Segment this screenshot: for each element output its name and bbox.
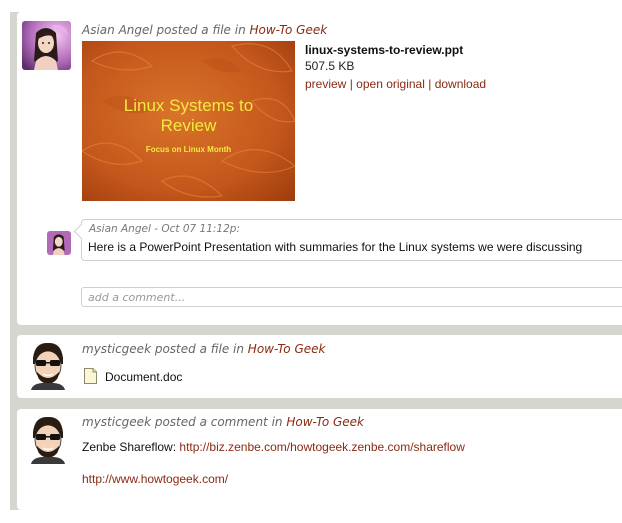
file-preview-thumbnail[interactable]: Linux Systems to Review Focus on Linux M…	[82, 41, 295, 201]
shareflow-link[interactable]: http://biz.zenbe.com/howtogeek.zenbe.com…	[179, 440, 465, 454]
feed-item-file-post: mysticgeek posted a file in How-To Geek …	[17, 335, 622, 398]
file-actions: preview | open original | download	[305, 77, 486, 91]
slide-subtitle: Focus on Linux Month	[145, 145, 232, 154]
comment-body: Zenbe Shareflow: http://biz.zenbe.com/ho…	[82, 440, 465, 454]
author-name[interactable]: mysticgeek	[82, 415, 151, 429]
group-link[interactable]: How-To Geek	[286, 415, 364, 429]
group-link[interactable]: How-To Geek	[250, 23, 328, 37]
post-meta: mysticgeek posted a comment in How-To Ge…	[82, 415, 364, 429]
add-comment-input[interactable]: add a comment...	[81, 287, 622, 307]
preview-link[interactable]: preview	[305, 77, 346, 91]
comment-avatar-asian-angel[interactable]	[47, 231, 71, 255]
post-meta: Asian Angel posted a file in How-To Geek	[82, 23, 327, 37]
download-link[interactable]: download	[435, 77, 486, 91]
separator: |	[428, 77, 432, 91]
avatar-asian-angel[interactable]	[22, 21, 71, 70]
comment-bubble: Asian Angel - Oct 07 11:12p: Here is a P…	[81, 219, 622, 261]
post-action: posted a comment in	[154, 415, 283, 429]
shareflow-label: Zenbe Shareflow:	[82, 440, 177, 454]
group-link[interactable]: How-To Geek	[248, 342, 326, 356]
post-action: posted a file in	[154, 342, 244, 356]
slide-title-line1: Linux Systems to	[123, 96, 254, 115]
feed-item-comment-post: mysticgeek posted a comment in How-To Ge…	[17, 409, 622, 510]
author-name[interactable]: mysticgeek	[82, 342, 151, 356]
comment-text: Here is a PowerPoint Presentation with s…	[88, 240, 583, 254]
file-name: linux-systems-to-review.ppt	[305, 43, 464, 57]
file-name-link[interactable]: Document.doc	[105, 370, 182, 384]
open-original-link[interactable]: open original	[356, 77, 425, 91]
post-meta: mysticgeek posted a file in How-To Geek	[82, 342, 325, 356]
file-size: 507.5 KB	[305, 59, 355, 73]
activity-feed: Asian Angel posted a file in How-To Geek	[10, 12, 622, 510]
document-icon	[84, 368, 97, 388]
slide-title: Linux Systems to Review	[82, 96, 295, 136]
feed-item-file-post: Asian Angel posted a file in How-To Geek	[17, 12, 622, 325]
avatar-mysticgeek[interactable]	[25, 414, 71, 464]
avatar-mysticgeek[interactable]	[25, 340, 71, 390]
comment-meta: Asian Angel - Oct 07 11:12p:	[89, 223, 240, 235]
howtogeek-link[interactable]: http://www.howtogeek.com/	[82, 472, 228, 486]
slide-title-line2: Review	[160, 116, 217, 135]
separator: |	[349, 77, 353, 91]
post-action: posted a file in	[156, 23, 246, 37]
author-name[interactable]: Asian Angel	[82, 23, 153, 37]
